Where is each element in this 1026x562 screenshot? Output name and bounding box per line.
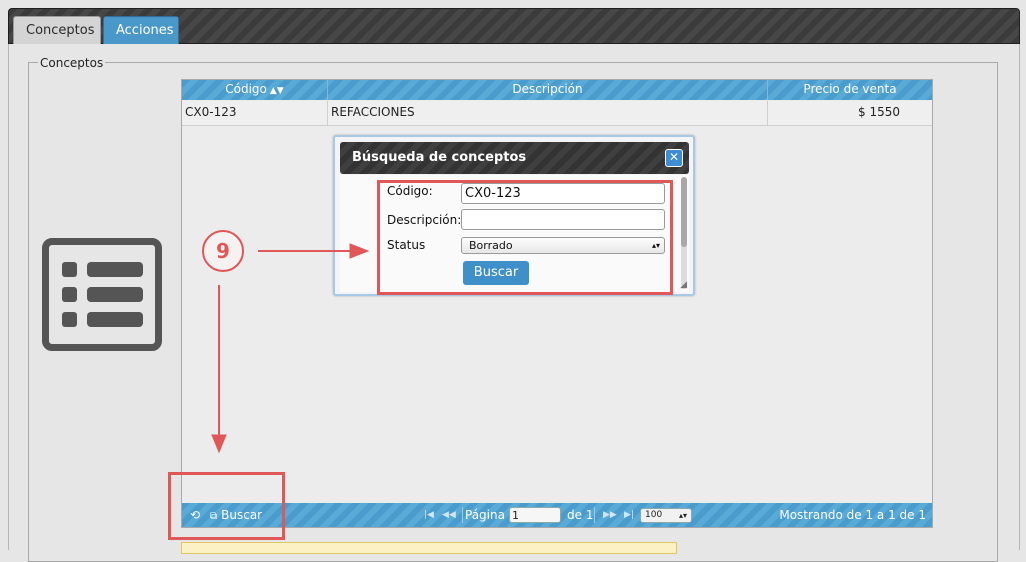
annotation-arrow-right-head bbox=[349, 243, 370, 259]
annotation-arrows bbox=[211, 243, 370, 454]
annotation-arrow-down-head bbox=[211, 434, 227, 454]
